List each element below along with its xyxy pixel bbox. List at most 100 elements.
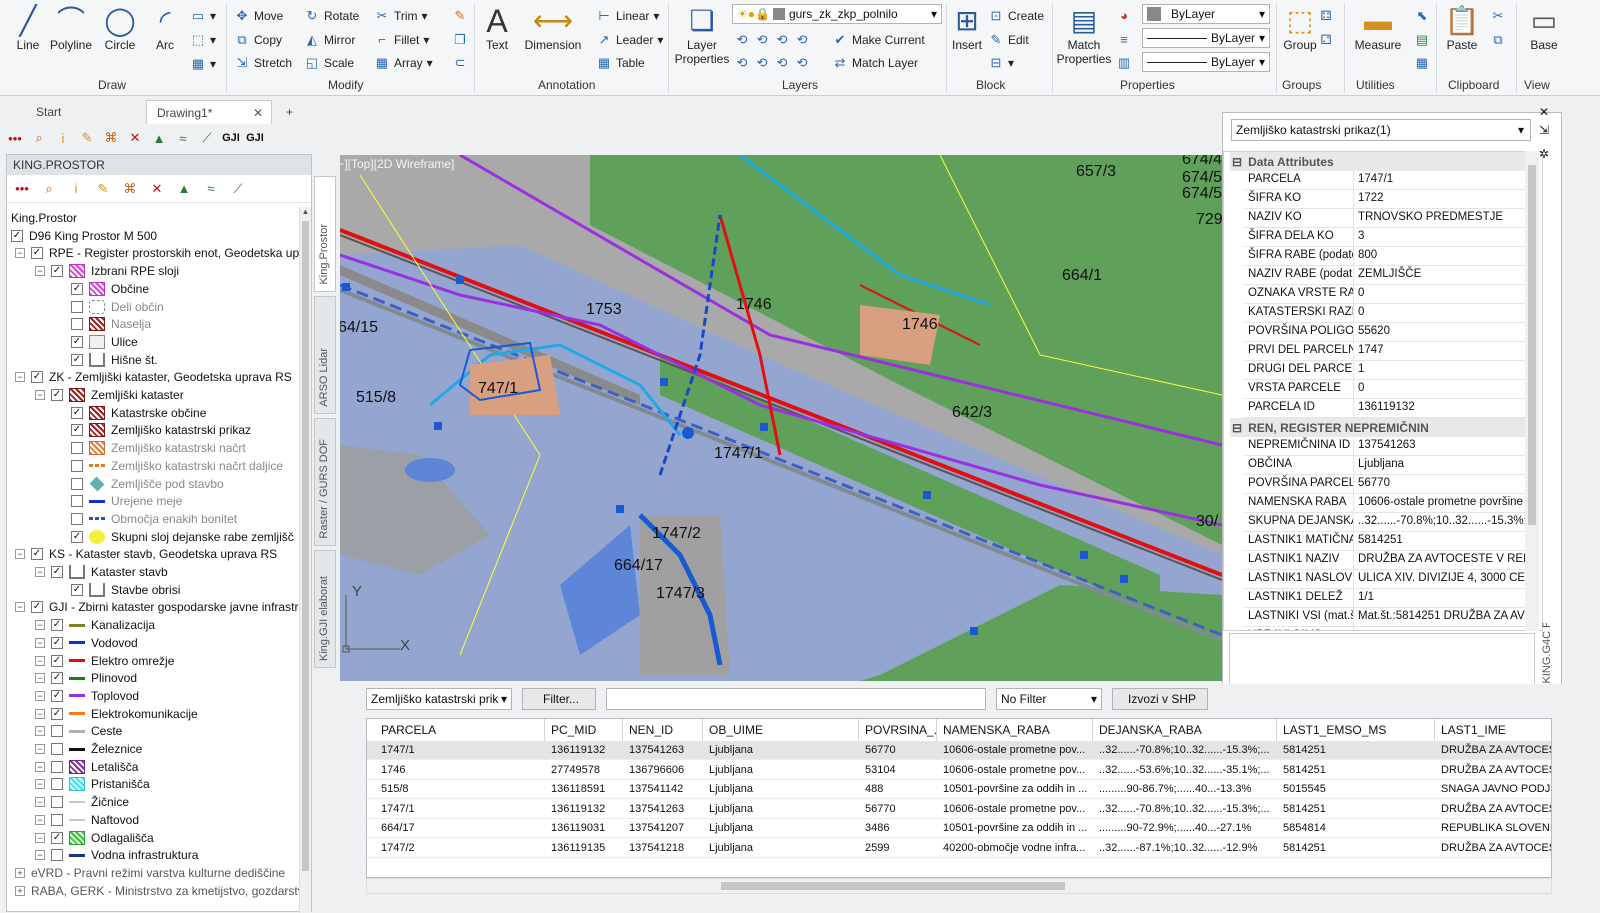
layer-properties-button[interactable]: ❏ Layer Properties <box>672 4 732 66</box>
layer-checkbox[interactable]: ✓ <box>71 353 83 366</box>
viewport-label[interactable]: [−][Top][2D Wireframe] <box>340 157 454 171</box>
line-tool[interactable]: ╱ Line <box>8 4 48 52</box>
table-cell[interactable]: 10606-ostale prometne pov... <box>937 741 1093 761</box>
attribute-row[interactable]: VRSTA PARCELE 0 <box>1244 380 1532 399</box>
attribute-row[interactable]: ŠIFRA DELA KO 3 <box>1244 228 1532 247</box>
filter-mode-select[interactable]: No Filter ▾ <box>996 688 1102 710</box>
fillet-button[interactable]: ⌐ Fillet ▾ <box>374 32 429 47</box>
expand-toggle-icon[interactable]: − <box>15 602 25 613</box>
column-header[interactable]: NAMENSKA_RABA <box>937 719 1093 741</box>
table-cell[interactable]: 56770 <box>859 741 937 761</box>
layer-checkbox[interactable] <box>51 743 63 755</box>
transparency-button[interactable]: ▥ <box>1116 55 1132 71</box>
table-cell[interactable]: 5854814 <box>1277 819 1435 839</box>
linetype-dropdown[interactable]: ByLayer ▾ <box>1142 28 1270 48</box>
layer-checkbox[interactable] <box>71 495 83 508</box>
attribute-row[interactable]: LASTNIK1 MATIČNA 5814251 <box>1244 532 1532 551</box>
tab-drawing[interactable]: Drawing1* ✕ <box>146 100 272 124</box>
lineweight-button[interactable]: ≡ <box>1116 32 1132 47</box>
expand-toggle-icon[interactable]: − <box>35 814 45 825</box>
table-cell[interactable]: 10501-površine za oddih in ... <box>937 819 1093 839</box>
table-cell[interactable]: ..32......-53.6%;10..32......-35.1%;... <box>1093 761 1277 781</box>
tree-item[interactable]: + RABA, GERK - Ministrstvo za kmetijstvo,… <box>15 882 299 900</box>
table-cell[interactable]: 137541263 <box>623 741 703 761</box>
attribute-row[interactable]: ŠIFRA RABE (podate 800 <box>1244 247 1532 266</box>
table-cell[interactable]: ..32......-87.1%;10..32......-12.9% <box>1093 839 1277 859</box>
attribute-row[interactable]: PRVI DEL PARCELNE 1747 <box>1244 342 1532 361</box>
layer-checkbox[interactable]: ✓ <box>71 406 83 419</box>
expand-toggle-icon[interactable]: − <box>35 637 45 648</box>
layer-checkbox[interactable] <box>71 512 83 525</box>
table-cell[interactable]: DRUŽBA ZA AVTOCESTE <box>1435 800 1551 820</box>
circle-tool[interactable]: ◯ Circle <box>100 4 140 52</box>
layer-checkbox[interactable]: ✓ <box>71 530 83 543</box>
layer-checkbox[interactable] <box>71 442 83 455</box>
table-cell[interactable]: 10606-ostale prometne pov... <box>937 761 1093 781</box>
expand-toggle-icon[interactable]: + <box>15 885 25 896</box>
explode-button[interactable]: ❐ <box>452 32 468 48</box>
column-header[interactable]: NEN_ID <box>623 719 703 741</box>
expand-toggle-icon[interactable]: + <box>15 867 25 878</box>
expand-toggle-icon[interactable]: − <box>35 708 45 719</box>
tab-start[interactable]: Start <box>26 100 146 124</box>
attribute-row[interactable]: UPRAVLJAVC <box>1244 627 1532 630</box>
create-block-button[interactable]: ⊡ Create <box>988 8 1044 24</box>
table-cell[interactable]: ..32......-70.8%;10..32......-15.3%;... <box>1093 741 1277 761</box>
layer-dropdown[interactable]: ☀●🔒 gurs_zk_zkp_polnilo ▾ <box>732 4 942 24</box>
grip[interactable] <box>456 276 464 284</box>
tree-item[interactable]: − ✓ Izbrani RPE sloji <box>35 262 179 280</box>
erase-button[interactable]: ✎ <box>452 8 468 24</box>
match-layer-button[interactable]: ⇄ Match Layer <box>832 55 918 71</box>
clipboard-panel-label[interactable]: Clipboard <box>1448 78 1499 92</box>
layer-checkbox[interactable]: ✓ <box>51 636 63 649</box>
move-button[interactable]: ✥ Move <box>234 8 284 24</box>
block-attribute-button[interactable]: ⊟ ▾ <box>988 55 1014 71</box>
layer-checkbox[interactable] <box>51 725 63 738</box>
layer-select[interactable]: Zemljiško katastrski prik ▾ <box>366 688 512 710</box>
signal-icon[interactable]: ≈ <box>202 181 220 196</box>
info-icon[interactable]: i <box>67 181 85 196</box>
collapse-icon[interactable]: ⊟ <box>1232 421 1242 435</box>
column-header[interactable]: PARCELA <box>375 719 545 741</box>
column-header[interactable]: OB_UIME <box>703 719 859 741</box>
tag-icon[interactable]: ⌘ <box>102 130 120 146</box>
layer-checkbox[interactable]: ✓ <box>51 689 63 702</box>
table-cell[interactable]: 5814251 <box>1277 761 1435 781</box>
table-cell[interactable]: 5814251 <box>1277 839 1435 859</box>
tree-item[interactable]: + eVRD - Pravni režimi varstva kulturne d… <box>15 864 285 882</box>
tree-item[interactable]: Deli občin <box>55 298 164 316</box>
layer-checkbox[interactable]: ✓ <box>51 566 63 578</box>
tree-item[interactable]: − ✓ Zemljiški kataster <box>35 386 184 404</box>
tree-item[interactable]: − Žičnice <box>35 793 129 811</box>
table-hscrollbar[interactable] <box>366 878 1552 894</box>
pencil-icon[interactable]: ✎ <box>78 130 96 146</box>
attribute-scrollbar[interactable] <box>1525 151 1539 631</box>
grip[interactable] <box>760 423 768 431</box>
table-cell[interactable]: 2599 <box>859 839 937 859</box>
layer-checkbox[interactable]: ✓ <box>11 229 23 242</box>
table-cell[interactable]: 1746 <box>375 761 545 781</box>
dimension-tool[interactable]: ⟷ Dimension <box>518 4 588 52</box>
tree-item[interactable]: − ✓ Elektrokomunikacije <box>35 705 198 723</box>
grip-center[interactable] <box>682 427 694 439</box>
layer-checkbox[interactable]: ✓ <box>71 282 83 295</box>
tree-item[interactable]: ✓ Hišne št. <box>55 351 158 369</box>
table-button[interactable]: ▦ Table <box>596 55 645 71</box>
column-header[interactable]: POVRSINA_... <box>859 719 937 741</box>
tree-item[interactable]: − Železnice <box>35 740 142 758</box>
table-cell[interactable]: 136118591 <box>545 780 623 800</box>
view-panel-label[interactable]: View <box>1524 78 1550 92</box>
copy-button[interactable]: ⧉ Copy <box>234 32 282 48</box>
attribute-row[interactable]: LASTNIK1 DELEŽ 1/1 <box>1244 589 1532 608</box>
expand-toggle-icon[interactable]: − <box>35 390 45 400</box>
expand-toggle-icon[interactable]: − <box>35 690 45 701</box>
edit-block-button[interactable]: ✎ Edit <box>988 32 1029 48</box>
filter-button[interactable]: Filter... <box>522 688 596 710</box>
search-icon[interactable]: ⌕ <box>40 181 58 197</box>
tree-item[interactable]: ✓ Zemljiško katastrski prikaz <box>55 421 251 439</box>
base-view-button[interactable]: ▭ Base <box>1524 4 1564 52</box>
measure-button[interactable]: ▬ Measure <box>1350 4 1406 52</box>
rectangle-tool[interactable]: ▭ ▾ <box>190 8 216 24</box>
arc-tool[interactable]: ◜ Arc <box>148 4 182 52</box>
attribute-row[interactable]: NAZIV RABE (podat ZEMLJIŠČE <box>1244 266 1532 285</box>
